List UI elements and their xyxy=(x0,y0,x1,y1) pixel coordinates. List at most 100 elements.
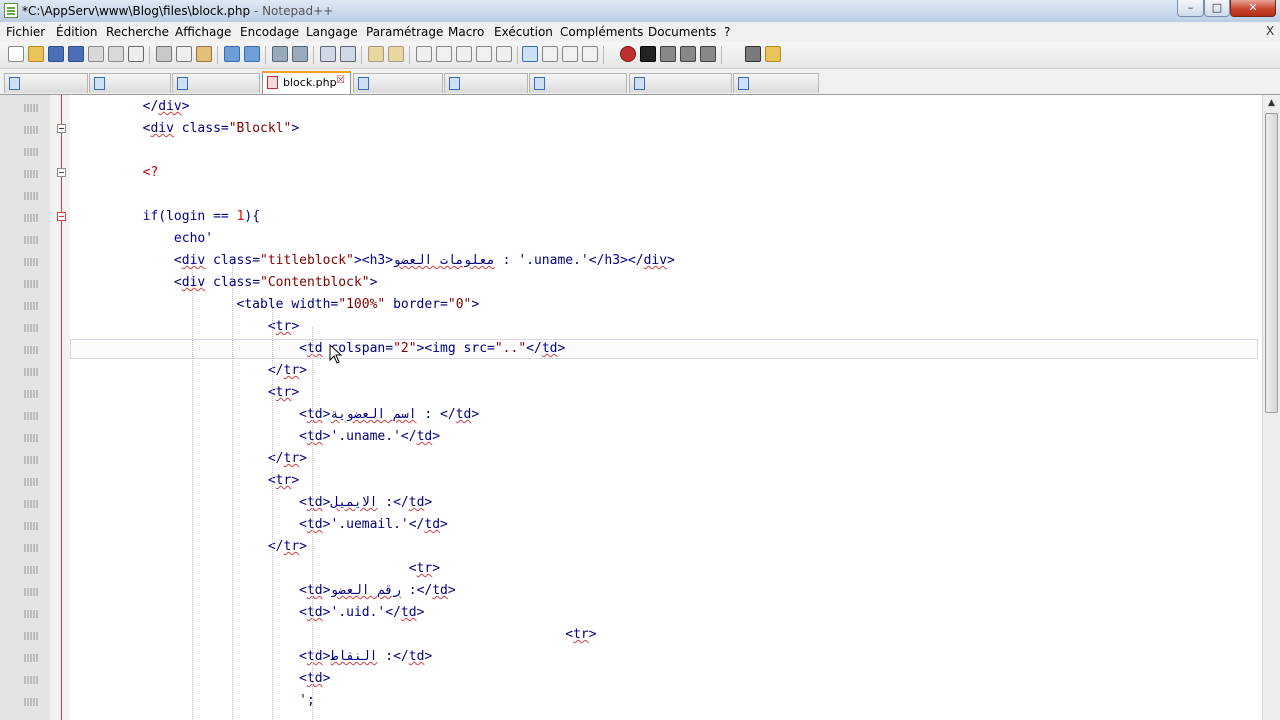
zoom-in-icon[interactable] xyxy=(320,46,336,62)
save-icon[interactable] xyxy=(48,46,64,62)
code-line[interactable]: '; xyxy=(80,690,315,712)
minimize-button[interactable]: – xyxy=(1177,0,1204,17)
code-line[interactable]: <td>النقاط :</td> xyxy=(80,646,432,668)
copy-icon[interactable] xyxy=(176,46,192,62)
line-number xyxy=(22,100,44,112)
code-line[interactable]: </div> xyxy=(80,96,190,118)
vertical-scrollbar[interactable]: ▲ xyxy=(1262,95,1280,720)
find-icon[interactable] xyxy=(272,46,288,62)
fold-toggle-icon[interactable] xyxy=(57,168,66,177)
function-list-icon[interactable] xyxy=(542,46,558,62)
editor[interactable]: </div> <div class="Blockl"> <? if(login … xyxy=(0,95,1262,720)
maximize-button[interactable]: □ xyxy=(1204,0,1230,17)
code-line[interactable]: <td>اسم العضوية : </td> xyxy=(80,404,479,426)
code-line[interactable]: <td>رقم العضو :</td> xyxy=(80,580,456,602)
code-line[interactable]: <div class="Contentblock"> xyxy=(80,272,378,294)
indent-guide-icon[interactable] xyxy=(456,46,472,62)
tab-document-9[interactable] xyxy=(733,73,819,93)
close-file-icon[interactable] xyxy=(88,46,104,62)
menu-help[interactable]: ? xyxy=(724,25,730,39)
paste-icon[interactable] xyxy=(196,46,212,62)
plugin-icon[interactable] xyxy=(745,46,761,62)
doc-map-icon[interactable] xyxy=(522,46,538,62)
code-area[interactable]: </div> <div class="Blockl"> <? if(login … xyxy=(70,95,1262,720)
open-file-icon[interactable] xyxy=(28,46,44,62)
code-line[interactable]: <div class="titleblock"><h3>معلومات العض… xyxy=(80,250,675,272)
code-line[interactable]: echo' xyxy=(80,228,213,250)
code-line[interactable]: <? xyxy=(80,162,159,184)
word-wrap-icon[interactable] xyxy=(416,46,432,62)
menu-edition[interactable]: Édition xyxy=(56,25,98,39)
zoom-out-icon[interactable] xyxy=(340,46,356,62)
menu-macro[interactable]: Macro xyxy=(448,25,484,39)
fold-margin-line xyxy=(61,95,62,720)
menu-fichier[interactable]: Fichier xyxy=(6,25,45,39)
run-macro-multiple-icon[interactable] xyxy=(680,46,696,62)
run-icon[interactable] xyxy=(765,46,781,62)
play-macro-icon[interactable] xyxy=(660,46,676,62)
file-icon xyxy=(449,77,460,90)
close-button[interactable]: ✕ xyxy=(1230,0,1276,17)
stop-macro-icon[interactable] xyxy=(640,46,656,62)
tab-document-5[interactable] xyxy=(353,73,443,93)
scroll-up-icon[interactable]: ▲ xyxy=(1263,95,1280,112)
code-line[interactable]: <td colspan="2"><img src=".."</td> xyxy=(80,338,565,360)
replace-icon[interactable] xyxy=(292,46,308,62)
menu-encodage[interactable]: Encodage xyxy=(240,25,299,39)
line-number xyxy=(22,540,44,552)
tab-close-icon[interactable]: ☒ xyxy=(335,75,346,86)
menu-recherche[interactable]: Recherche xyxy=(106,25,169,39)
code-line[interactable]: <tr> xyxy=(80,624,596,646)
tab-document-8[interactable] xyxy=(629,73,732,93)
cut-icon[interactable] xyxy=(156,46,172,62)
line-number xyxy=(22,496,44,508)
menu-langage[interactable]: Langage xyxy=(306,25,358,39)
bookmark-margin[interactable] xyxy=(50,95,70,720)
code-line[interactable]: <tr> xyxy=(80,470,299,492)
tab-document-6[interactable] xyxy=(444,73,528,93)
record-macro-icon[interactable] xyxy=(620,46,636,62)
file-icon xyxy=(738,77,749,90)
close-all-icon[interactable] xyxy=(108,46,124,62)
scrollbar-thumb[interactable] xyxy=(1265,113,1278,413)
sync-horizontal-icon[interactable] xyxy=(388,46,404,62)
code-line[interactable]: <div class="Blockl"> xyxy=(80,118,300,140)
redo-icon[interactable] xyxy=(244,46,260,62)
new-file-icon[interactable] xyxy=(8,46,24,62)
udl-icon[interactable] xyxy=(476,46,492,62)
code-line[interactable]: <tr> xyxy=(80,316,299,338)
code-line[interactable]: <table width="100%" border="0"> xyxy=(80,294,480,316)
tab-document-2[interactable] xyxy=(89,73,171,93)
paragraph-icon[interactable] xyxy=(496,46,512,62)
undo-icon[interactable] xyxy=(224,46,240,62)
code-line[interactable]: <tr> xyxy=(80,382,299,404)
menu-complements[interactable]: Compléments xyxy=(560,25,643,39)
menu-parametrage[interactable]: Paramétrage xyxy=(366,25,443,39)
fold-toggle-icon[interactable] xyxy=(57,212,66,221)
tab-block-php[interactable]: block.php ☒ xyxy=(262,71,351,94)
save-macro-icon[interactable] xyxy=(700,46,716,62)
tab-document-7[interactable] xyxy=(529,73,627,93)
menu-affichage[interactable]: Affichage xyxy=(175,25,231,39)
show-all-chars-icon[interactable] xyxy=(436,46,452,62)
code-line[interactable]: if(login == 1){ xyxy=(80,206,260,228)
code-line[interactable]: <td>'.uemail.'</td> xyxy=(80,514,448,536)
close-document-button[interactable]: X xyxy=(1266,24,1274,38)
tab-document-1[interactable] xyxy=(4,73,88,93)
code-line[interactable]: <td> xyxy=(80,668,330,690)
line-number xyxy=(22,364,44,376)
code-line[interactable]: <tr> xyxy=(80,558,440,580)
code-line[interactable]: <td>الايميل :</td> xyxy=(80,492,432,514)
monitoring-icon[interactable] xyxy=(582,46,598,62)
folder-workspace-icon[interactable] xyxy=(562,46,578,62)
print-icon[interactable] xyxy=(128,46,144,62)
save-all-icon[interactable] xyxy=(68,46,84,62)
fold-toggle-icon[interactable] xyxy=(57,124,66,133)
menu-documents[interactable]: Documents xyxy=(648,25,716,39)
code-line[interactable]: <td>'.uid.'</td> xyxy=(80,602,424,624)
sync-vertical-icon[interactable] xyxy=(368,46,384,62)
line-number xyxy=(22,562,44,574)
menu-execution[interactable]: Exécution xyxy=(494,25,553,39)
code-line[interactable]: <td>'.uname.'</td> xyxy=(80,426,440,448)
tab-document-3[interactable] xyxy=(172,73,260,93)
